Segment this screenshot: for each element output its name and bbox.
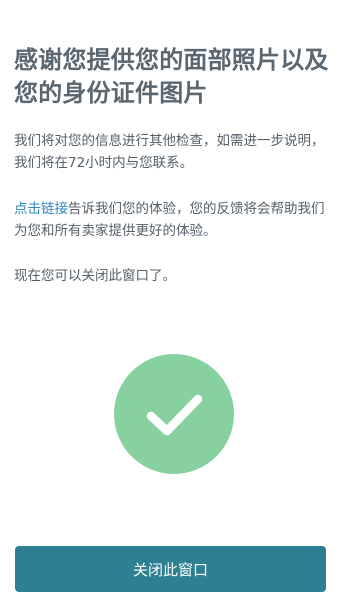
- confirmation-page: 感谢您提供您的面部照片以及您的身份证件图片 我们将对您的信息进行其他检查，如需进…: [0, 0, 345, 606]
- close-window-button[interactable]: 关闭此窗口: [15, 546, 326, 592]
- checkmark-icon: [146, 394, 203, 436]
- success-badge: [114, 354, 234, 474]
- feedback-link[interactable]: 点击链接: [14, 201, 68, 217]
- verification-message: 我们将对您的信息进行其他检查，如需进一步说明，我们将在72小时内与您联系。: [14, 133, 325, 171]
- page-title: 感谢您提供您的面部照片以及您的身份证件图片: [14, 46, 329, 107]
- feedback-message: 点击链接告诉我们您的体验，您的反馈将会帮助我们为您和所有卖家提供更好的体验。: [14, 198, 332, 242]
- close-window-message: 现在您可以关闭此窗口了。: [14, 268, 176, 284]
